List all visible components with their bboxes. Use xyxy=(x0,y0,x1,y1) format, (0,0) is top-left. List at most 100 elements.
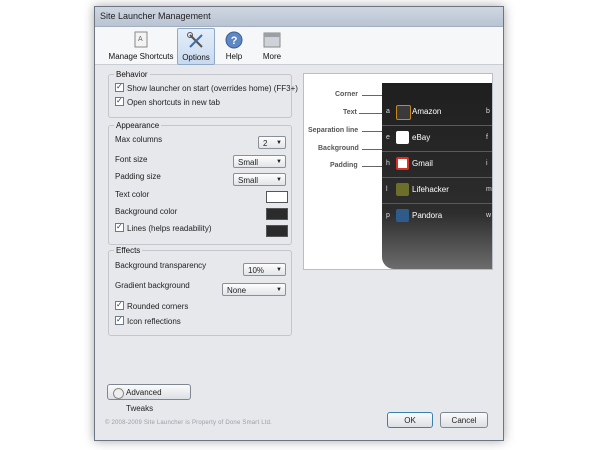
chevron-down-icon: ▼ xyxy=(276,177,282,183)
lines-color-swatch[interactable] xyxy=(266,225,288,237)
rounded-checkbox[interactable] xyxy=(115,299,124,311)
ok-button[interactable]: OK xyxy=(387,412,433,428)
open-new-tab-checkbox[interactable] xyxy=(115,95,124,107)
list-item: h Gmail i xyxy=(382,152,492,178)
bg-transparency-select[interactable]: 10% ▼ xyxy=(243,263,286,276)
launcher-preview-panel: a Amazon b e eBay f h Gmail i l Lifehack… xyxy=(382,83,492,269)
reflections-checkbox[interactable] xyxy=(115,314,124,326)
background-label: Background xyxy=(318,145,359,152)
list-item: l Lifehacker m xyxy=(382,178,492,204)
open-new-tab-option[interactable]: Open shortcuts in new tab xyxy=(115,95,220,109)
show-launcher-label: Show launcher on start (overrides home) … xyxy=(127,84,298,93)
gradient-bg-select[interactable]: None ▼ xyxy=(222,283,286,296)
options-window: Site Launcher Management A Manage Shortc… xyxy=(94,6,504,441)
show-launcher-option[interactable]: Show launcher on start (overrides home) … xyxy=(115,81,298,95)
gear-icon xyxy=(113,388,124,399)
help-icon: ? xyxy=(225,31,243,49)
shortcut-key: h xyxy=(386,160,390,167)
site-name: eBay xyxy=(412,133,431,142)
tab-options[interactable]: Options xyxy=(177,28,215,65)
launcher-preview: Corner Text Separation line Background P… xyxy=(303,73,493,270)
lines-option[interactable]: Lines (helps readability) xyxy=(115,221,212,235)
tab-label: Help xyxy=(225,52,243,61)
window-title: Site Launcher Management xyxy=(100,11,211,21)
padding-size-label: Padding size xyxy=(115,172,161,181)
open-new-tab-label: Open shortcuts in new tab xyxy=(127,98,220,107)
lines-checkbox[interactable] xyxy=(115,221,124,233)
show-launcher-checkbox[interactable] xyxy=(115,81,124,93)
site-name: Lifehacker xyxy=(412,185,449,194)
text-color-label: Text color xyxy=(115,190,150,199)
cancel-button[interactable]: Cancel xyxy=(440,412,488,428)
rounded-option[interactable]: Rounded corners xyxy=(115,299,189,313)
font-size-select[interactable]: Small ▼ xyxy=(233,155,286,168)
tab-manage-shortcuts[interactable]: A Manage Shortcuts xyxy=(107,28,175,63)
shortcut-key: e xyxy=(386,134,390,141)
tab-label: Manage Shortcuts xyxy=(108,52,174,61)
copyright-text: © 2008-2009 Site Launcher is Property of… xyxy=(105,420,273,426)
appearance-group: Appearance Max columns 2 ▼ Font size Smal… xyxy=(108,121,292,245)
background-color-label: Background color xyxy=(115,207,178,216)
list-item: e eBay f xyxy=(382,126,492,152)
advanced-tweaks-button[interactable]: Advanced Tweaks xyxy=(107,384,191,413)
tab-label: More xyxy=(262,52,282,61)
list-item: p Pandora w xyxy=(382,204,492,229)
amazon-icon xyxy=(396,105,411,120)
background-color-swatch[interactable] xyxy=(266,208,288,220)
tab-label: Options xyxy=(182,53,210,62)
corner-pointer xyxy=(362,95,382,96)
chevron-down-icon: ▼ xyxy=(276,287,282,293)
bg-transparency-label: Background transparency xyxy=(115,261,207,270)
reflections-label: Icon reflections xyxy=(127,317,181,326)
max-columns-label: Max columns xyxy=(115,135,163,144)
lines-label: Lines (helps readability) xyxy=(127,224,212,233)
site-name: Amazon xyxy=(412,107,442,116)
text-label: Text xyxy=(343,109,357,116)
padding-label: Padding xyxy=(330,162,358,169)
shortcut-key: l xyxy=(386,186,388,193)
list-item: a Amazon b xyxy=(382,100,492,126)
font-size-value: Small xyxy=(238,158,259,167)
chevron-down-icon: ▼ xyxy=(276,267,282,273)
gradient-bg-value: None xyxy=(227,286,247,295)
corner-label: Corner xyxy=(335,91,358,98)
behavior-title: Behavior xyxy=(114,70,150,79)
max-columns-select[interactable]: 2 ▼ xyxy=(258,136,286,149)
gmail-icon xyxy=(396,157,409,170)
ebay-icon xyxy=(396,131,409,144)
site-name: Pandora xyxy=(412,211,443,220)
svg-text:?: ? xyxy=(231,35,238,47)
pandora-icon xyxy=(396,209,409,222)
tab-help[interactable]: ? Help xyxy=(217,28,251,63)
effects-group: Effects Background transparency 10% ▼ Gra… xyxy=(108,246,292,336)
text-color-swatch[interactable] xyxy=(266,191,288,203)
separation-label: Separation line xyxy=(308,127,359,134)
toolbar: A Manage Shortcuts Options ? Help More xyxy=(95,27,503,65)
shortcut-key-2: f xyxy=(486,134,488,141)
lifehacker-icon xyxy=(396,183,409,196)
shortcut-key: a xyxy=(386,108,390,115)
title-bar[interactable]: Site Launcher Management xyxy=(95,7,503,27)
chevron-down-icon: ▼ xyxy=(276,140,282,146)
padding-size-value: Small xyxy=(238,176,259,185)
font-size-label: Font size xyxy=(115,155,148,164)
bg-transparency-value: 10% xyxy=(248,266,265,275)
shortcut-key-2: b xyxy=(486,108,490,115)
padding-size-select[interactable]: Small ▼ xyxy=(233,173,286,186)
shortcuts-icon: A xyxy=(134,31,148,48)
shortcut-key: p xyxy=(386,212,390,219)
shortcut-key-2: m xyxy=(486,186,492,193)
behavior-group: Behavior Show launcher on start (overrid… xyxy=(108,70,298,118)
appearance-title: Appearance xyxy=(114,121,162,130)
effects-title: Effects xyxy=(114,246,143,255)
chevron-down-icon: ▼ xyxy=(276,159,282,165)
advanced-tweaks-label: Advanced Tweaks xyxy=(126,388,162,413)
svg-text:A: A xyxy=(138,36,143,43)
max-columns-value: 2 xyxy=(263,139,268,148)
reflections-option[interactable]: Icon reflections xyxy=(115,314,181,328)
shortcut-key-2: w xyxy=(486,212,492,219)
rounded-label: Rounded corners xyxy=(127,302,189,311)
more-icon xyxy=(263,32,281,48)
site-name: Gmail xyxy=(412,159,433,168)
tab-more[interactable]: More xyxy=(255,28,289,63)
